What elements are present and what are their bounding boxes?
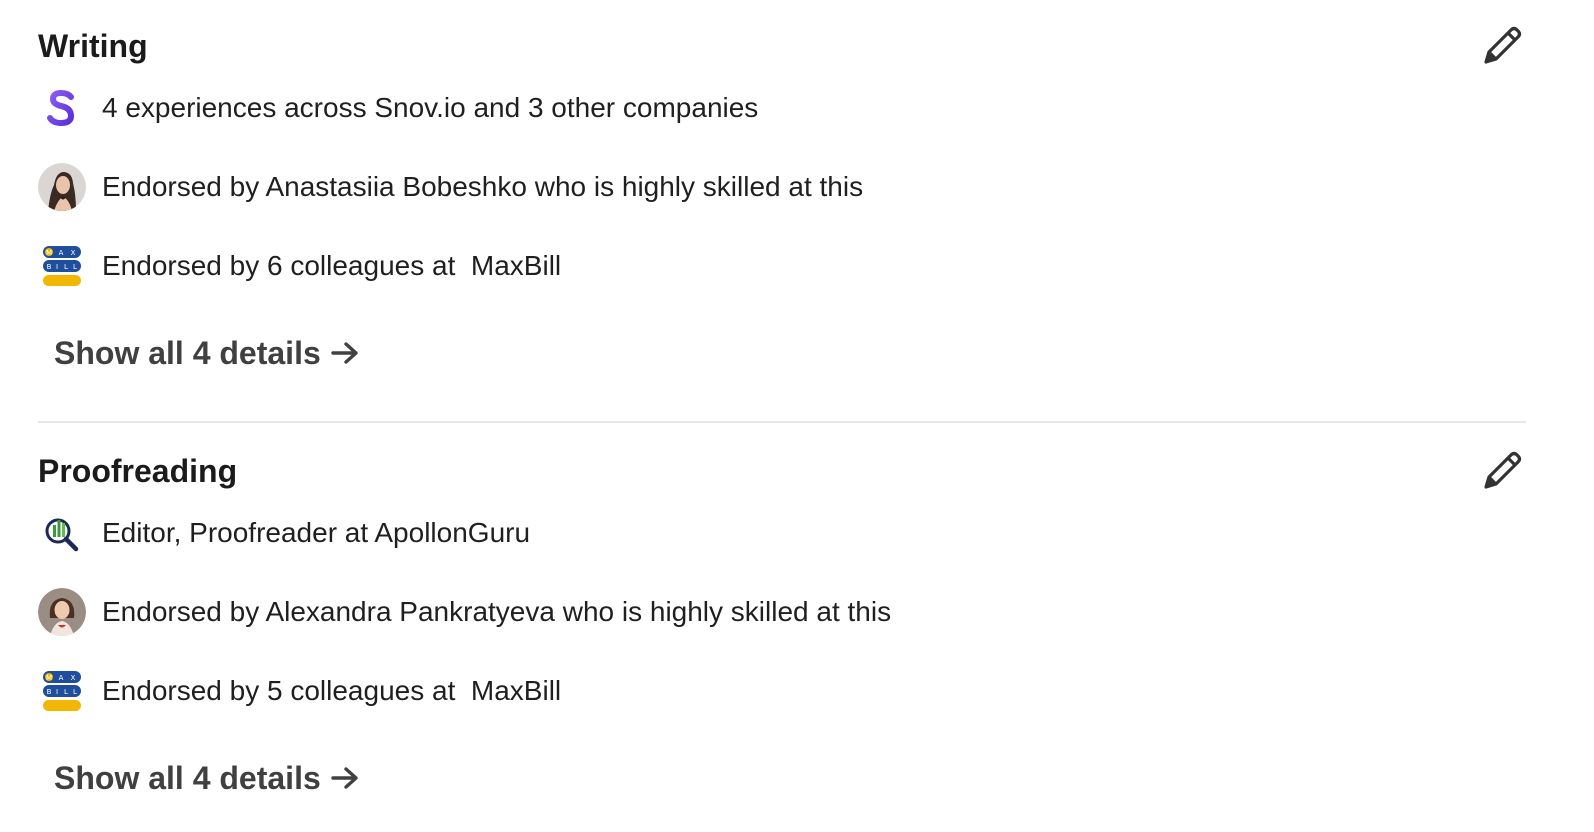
skill-detail-row: 4 experiences across Snov.io and 3 other… — [38, 84, 758, 132]
show-all-details-link[interactable]: Show all 4 details — [54, 758, 361, 798]
svg-text:L: L — [64, 688, 68, 696]
detail-text: Endorsed by 5 colleagues at MaxBill — [102, 675, 562, 706]
arrow-right-icon — [331, 767, 358, 789]
detail-text: Endorsed by 6 colleagues at MaxBill — [102, 250, 562, 281]
show-all-details-link[interactable]: Show all 4 details — [54, 333, 361, 373]
svg-text:M: M — [46, 249, 52, 257]
edit-skill-button[interactable] — [1480, 22, 1526, 68]
skill-proofreading: Proofreading Editor, Proofreader at Apol… — [38, 425, 1526, 832]
apollonguru-logo-icon — [38, 509, 86, 557]
svg-text:B: B — [47, 688, 52, 696]
svg-text:A: A — [59, 674, 64, 682]
svg-text:M: M — [46, 674, 52, 682]
svg-text:I: I — [56, 263, 58, 271]
pencil-icon — [1484, 26, 1522, 64]
svg-text:A: A — [59, 249, 64, 257]
skill-writing: Writing 4 experiences across Snov.io and… — [38, 0, 1526, 420]
pencil-icon — [1484, 451, 1522, 489]
skill-detail-row: Endorsed by Alexandra Pankratyeva who is… — [38, 588, 891, 636]
svg-text:I: I — [56, 688, 58, 696]
show-all-label: Show all 4 details — [54, 759, 321, 796]
maxbill-logo-icon: M A X B I L L — [38, 667, 86, 715]
edit-skill-button[interactable] — [1480, 447, 1526, 493]
snovio-logo-icon — [38, 84, 86, 132]
avatar[interactable] — [38, 588, 86, 636]
svg-text:L: L — [73, 688, 77, 696]
divider — [38, 421, 1526, 423]
detail-text: Endorsed by Alexandra Pankratyeva who is… — [102, 596, 892, 627]
skill-detail-row: M A X B I L L Endorsed by 5 colleagues a… — [38, 667, 561, 715]
svg-text:L: L — [73, 263, 77, 271]
show-all-label: Show all 4 details — [54, 334, 321, 371]
skill-detail-row: M A X B I L L Endorsed by 6 colleagues a… — [38, 242, 561, 290]
svg-text:L: L — [64, 263, 68, 271]
svg-text:X: X — [71, 674, 76, 682]
maxbill-logo-icon: M A X B I L L — [38, 242, 86, 290]
detail-text: Editor, Proofreader at ApollonGuru — [102, 517, 531, 548]
skill-detail-row: Editor, Proofreader at ApollonGuru — [38, 509, 530, 557]
skill-title: Proofreading — [38, 453, 238, 489]
avatar[interactable] — [38, 163, 86, 211]
skill-title: Writing — [38, 28, 148, 64]
skill-detail-row: Endorsed by Anastasiia Bobeshko who is h… — [38, 163, 863, 211]
detail-text: 4 experiences across Snov.io and 3 other… — [102, 92, 759, 123]
detail-text: Endorsed by Anastasiia Bobeshko who is h… — [102, 171, 864, 202]
svg-text:B: B — [47, 263, 52, 271]
arrow-right-icon — [331, 342, 358, 364]
svg-text:X: X — [71, 249, 76, 257]
